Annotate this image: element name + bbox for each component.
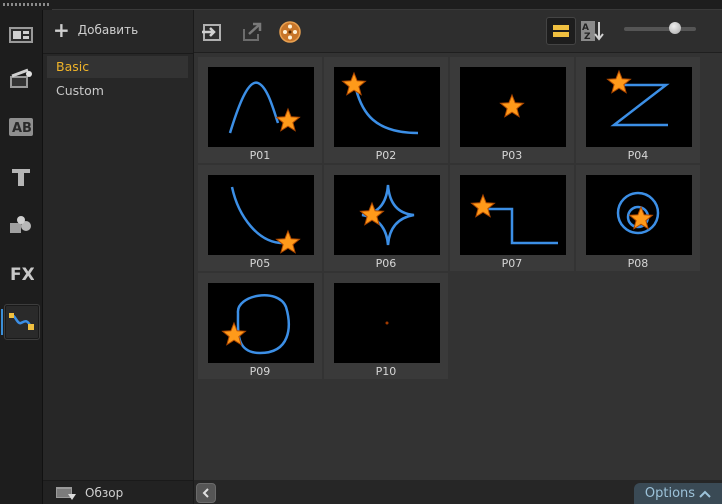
path-label: P10: [375, 365, 397, 378]
path-tile-p10[interactable]: P10: [324, 273, 448, 379]
browse-label: Обзор: [85, 485, 124, 500]
instant-project-icon[interactable]: [4, 62, 38, 96]
path-label: P08: [627, 257, 649, 270]
library-toolbar: AZ: [194, 10, 722, 53]
category-item-custom[interactable]: Custom: [47, 80, 188, 102]
path-thumbnail: [208, 67, 314, 147]
export-icon[interactable]: [240, 20, 264, 44]
path-thumbnail: [334, 175, 440, 255]
svg-text:FX: FX: [10, 265, 34, 284]
path-thumbnail: [586, 67, 692, 147]
path-label: P04: [627, 149, 649, 162]
path-icon[interactable]: [1, 304, 40, 340]
fx-icon[interactable]: FX: [4, 256, 38, 290]
library-footer: Options: [194, 480, 722, 504]
path-thumbnail: [334, 283, 440, 363]
scroll-left-button[interactable]: [196, 483, 216, 503]
path-label: P07: [501, 257, 523, 270]
options-button[interactable]: Options: [634, 483, 722, 504]
title-icon[interactable]: AB: [4, 110, 38, 144]
path-label: P05: [249, 257, 271, 270]
path-thumbnail: [208, 283, 314, 363]
library-rail: AB FX: [0, 10, 43, 504]
path-tile-p05[interactable]: P05: [198, 165, 322, 271]
sort-icon[interactable]: AZ: [580, 19, 604, 43]
media-icon[interactable]: [4, 18, 38, 52]
path-label: P01: [249, 149, 271, 162]
chevron-up-icon: [699, 490, 711, 498]
path-label: P06: [375, 257, 397, 270]
path-label: P09: [249, 365, 271, 378]
add-label: Добавить: [77, 23, 139, 37]
slider-thumb[interactable]: [669, 22, 681, 34]
path-label: P02: [375, 149, 397, 162]
path-tile-p01[interactable]: P01: [198, 57, 322, 163]
svg-text:Z: Z: [584, 32, 591, 42]
view-mode-button[interactable]: [546, 17, 576, 45]
path-thumbnail: [586, 175, 692, 255]
category-panel: + Добавить Basic Custom Обзор: [43, 10, 194, 504]
category-item-basic[interactable]: Basic: [47, 56, 188, 78]
path-thumbnail: [460, 67, 566, 147]
browse-folder-icon: [56, 486, 76, 500]
svg-text:AB: AB: [12, 121, 32, 136]
plus-icon: +: [53, 18, 70, 42]
graphics-icon[interactable]: [4, 208, 38, 242]
title-grip[interactable]: [0, 0, 722, 10]
path-thumbnail: [460, 175, 566, 255]
path-tile-p03[interactable]: P03: [450, 57, 574, 163]
path-tile-p08[interactable]: P08: [576, 165, 700, 271]
path-tile-p06[interactable]: P06: [324, 165, 448, 271]
chevron-left-icon: [202, 488, 209, 498]
import-icon[interactable]: [200, 20, 224, 44]
thumbnail-size-slider[interactable]: [624, 22, 696, 34]
path-thumbnail: [208, 175, 314, 255]
text-icon[interactable]: [4, 160, 38, 194]
path-tile-p07[interactable]: P07: [450, 165, 574, 271]
path-grid: P01 P02 P03 P04 P05 P06 P07 P08 P09 P10: [194, 53, 722, 480]
options-label: Options: [644, 486, 696, 501]
path-label: P03: [501, 149, 523, 162]
path-thumbnail: [334, 67, 440, 147]
path-tile-p04[interactable]: P04: [576, 57, 700, 163]
reel-icon[interactable]: [278, 20, 302, 44]
add-button[interactable]: + Добавить: [53, 20, 138, 40]
path-tile-p02[interactable]: P02: [324, 57, 448, 163]
path-tile-p09[interactable]: P09: [198, 273, 322, 379]
list-view-icon: [553, 25, 569, 37]
browse-button[interactable]: Обзор: [43, 480, 193, 504]
